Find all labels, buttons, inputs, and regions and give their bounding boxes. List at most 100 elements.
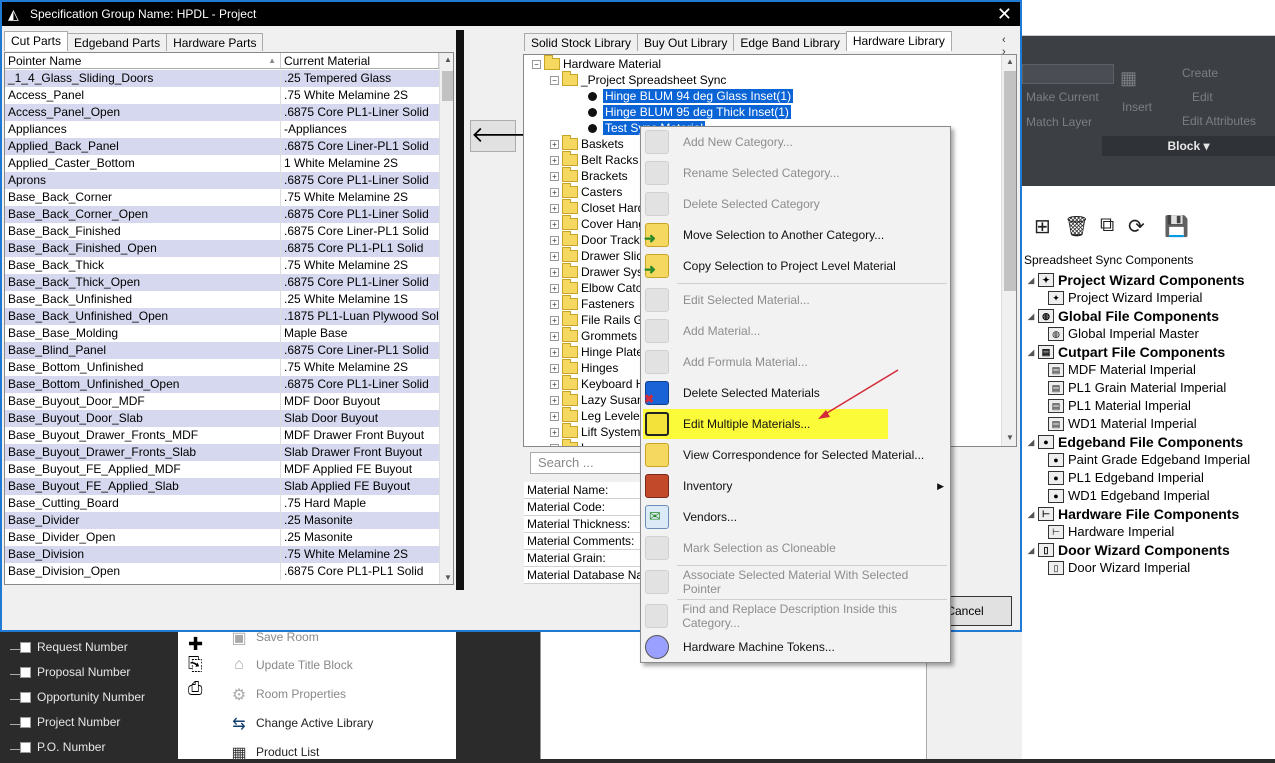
expand-icon[interactable]: + — [550, 155, 559, 165]
grid-scroll-thumb[interactable] — [442, 71, 453, 101]
table-row[interactable]: Base_Bottom_Unfinished .75 White Melamine… — [5, 359, 439, 376]
expand-icon[interactable]: + — [550, 411, 559, 421]
expand-icon[interactable]: + — [550, 379, 559, 389]
table-row[interactable]: Base_Back_Corner_Open .6875 Core PL1-Line… — [5, 206, 439, 223]
pointer-name-cell[interactable]: Base_Buyout_Drawer_Fronts_Slab — [5, 444, 281, 461]
item-project-wizard-imperial[interactable]: ✦ Project Wizard Imperial — [1048, 290, 1202, 305]
export-document-icon[interactable]: ⎘ — [188, 654, 202, 675]
group-global-file[interactable]: ◢ ◍ Global File Components — [1028, 308, 1219, 324]
checkbox-box[interactable] — [20, 641, 31, 653]
expand-arrow-icon[interactable]: ◢ — [1028, 348, 1038, 357]
tree-item-hinge-94[interactable]: Hinge BLUM 94 deg Glass Inset(1) — [588, 88, 794, 104]
table-row[interactable]: Base_Divider_Open .25 Masonite — [5, 529, 439, 546]
expand-icon[interactable]: + — [550, 331, 559, 341]
tree-scrollbar[interactable]: ▲ ▼ — [1001, 55, 1016, 446]
proposal-number-checkbox[interactable]: Proposal Number — [10, 665, 130, 679]
pointer-name-cell[interactable]: Base_Buyout_Door_MDF — [5, 393, 281, 410]
tree-category[interactable]: +L — [550, 439, 588, 446]
current-material-cell[interactable]: .6875 Core PL1-PL1 Solid — [281, 563, 439, 580]
item-paint-grade-edgeband[interactable]: ● Paint Grade Edgeband Imperial — [1048, 452, 1250, 467]
pointer-name-cell[interactable]: Base_Buyout_FE_Applied_Slab — [5, 478, 281, 495]
pointer-name-cell[interactable]: Base_Back_Thick_Open — [5, 274, 281, 291]
insert-label[interactable]: Insert — [1122, 100, 1152, 114]
tree-category[interactable]: + Door Track — [550, 231, 640, 248]
expand-icon[interactable]: + — [550, 347, 559, 357]
current-material-cell[interactable]: .6875 Core PL1-Liner Solid — [281, 104, 439, 121]
group-hardware-file[interactable]: ◢ ⊢ Hardware File Components — [1028, 506, 1239, 522]
table-row[interactable]: Base_Back_Finished_Open .6875 Core PL1-PL… — [5, 240, 439, 257]
current-material-cell[interactable]: Slab Applied FE Buyout — [281, 478, 439, 495]
menu-delete-category[interactable]: Delete Selected Category — [643, 191, 948, 217]
expand-icon[interactable]: + — [550, 395, 559, 405]
scroll-down-icon[interactable]: ▼ — [1002, 433, 1016, 442]
tree-category[interactable]: + Fasteners — [550, 295, 634, 312]
menu-mark-cloneable[interactable]: Mark Selection as Cloneable — [643, 535, 948, 561]
current-material-cell[interactable]: .25 Tempered Glass — [281, 70, 439, 87]
menu-copy-to-project[interactable]: ➜ Copy Selection to Project Level Materia… — [643, 253, 948, 279]
tree-category[interactable]: + Grommets — [550, 327, 637, 344]
tree-root[interactable]: − Hardware Material — [532, 55, 661, 72]
table-row[interactable]: Base_Divider .25 Masonite — [5, 512, 439, 529]
tree-category[interactable]: + Leg Leveler — [550, 407, 644, 424]
create-label[interactable]: Create — [1182, 66, 1218, 80]
current-material-cell[interactable]: MDF Drawer Front Buyout — [281, 427, 439, 444]
move-icon[interactable]: ⊞ — [1034, 214, 1051, 239]
pointer-name-cell[interactable]: Base_Blind_Panel — [5, 342, 281, 359]
menu-move-selection[interactable]: ➜ Move Selection to Another Category... — [643, 222, 948, 248]
checkbox-box[interactable] — [20, 666, 31, 678]
pointer-name-cell[interactable]: Applied_Caster_Bottom — [5, 155, 281, 172]
table-row[interactable]: Base_Buyout_Door_Slab Slab Door Buyout — [5, 410, 439, 427]
current-material-cell[interactable]: .6875 Core Liner-PL1 Solid — [281, 138, 439, 155]
tree-category[interactable]: + Belt Racks — [550, 151, 638, 168]
expand-icon[interactable]: + — [550, 283, 559, 293]
table-row[interactable]: Base_Back_Unfinished .25 White Melamine 1… — [5, 291, 439, 308]
tree-category[interactable]: + Drawer Syst — [550, 263, 646, 280]
table-row[interactable]: Base_Blind_Panel .6875 Core Liner-PL1 Sol… — [5, 342, 439, 359]
add-document-icon[interactable]: ✚ — [188, 634, 203, 655]
column-header-pointer-name[interactable]: Pointer Name ▲ — [5, 53, 281, 68]
tree-category[interactable]: + Closet Hard — [550, 199, 644, 216]
insert-block-icon[interactable]: ▦ — [1120, 68, 1137, 89]
current-material-cell[interactable]: .75 White Melamine 2S — [281, 189, 439, 206]
menu-edit-selected-material[interactable]: Edit Selected Material... — [643, 287, 948, 313]
tree-category[interactable]: + Elbow Catch — [550, 279, 648, 296]
expand-arrow-icon[interactable]: ◢ — [1028, 546, 1038, 555]
menu-inventory[interactable]: Inventory ▶ — [643, 473, 948, 499]
current-material-cell[interactable]: .6875 Core Liner-PL1 Solid — [281, 223, 439, 240]
print-icon[interactable]: ⎙ — [188, 678, 202, 699]
tab-buy-out-library[interactable]: Buy Out Library — [637, 33, 735, 51]
current-material-cell[interactable]: -Appliances — [281, 121, 439, 138]
checkbox-box[interactable] — [20, 691, 31, 703]
edit-attributes-label[interactable]: Edit Attributes — [1182, 114, 1256, 128]
current-material-cell[interactable]: .75 White Melamine 2S — [281, 257, 439, 274]
current-material-cell[interactable]: .75 White Melamine 2S — [281, 546, 439, 563]
edit-label[interactable]: Edit — [1192, 90, 1213, 104]
item-door-wizard-imperial[interactable]: ▯ Door Wizard Imperial — [1048, 560, 1190, 575]
menu-rename-category[interactable]: Rename Selected Category... — [643, 160, 948, 186]
current-material-cell[interactable]: .75 Hard Maple — [281, 495, 439, 512]
tree-category[interactable]: + Brackets — [550, 167, 628, 184]
pointer-name-cell[interactable]: Base_Back_Thick — [5, 257, 281, 274]
table-row[interactable]: Base_Division .75 White Melamine 2S — [5, 546, 439, 563]
current-material-cell[interactable]: Maple Base — [281, 325, 439, 342]
expand-arrow-icon[interactable]: ◢ — [1028, 438, 1038, 447]
pointer-name-cell[interactable]: Base_Buyout_Door_Slab — [5, 410, 281, 427]
menu-add-material[interactable]: Add Material... — [643, 318, 948, 344]
item-mdf-material[interactable]: ▤ MDF Material Imperial — [1048, 362, 1196, 377]
menu-add-new-category[interactable]: Add New Category... — [643, 129, 948, 155]
make-current-label[interactable]: Make Current — [1026, 90, 1099, 104]
current-material-cell[interactable]: .25 Masonite — [281, 512, 439, 529]
table-row[interactable]: Appliances -Appliances — [5, 121, 439, 138]
tree-item-hinge-95[interactable]: Hinge BLUM 95 deg Thick Inset(1) — [588, 104, 791, 120]
current-material-cell[interactable]: .75 White Melamine 2S — [281, 359, 439, 376]
project-number-checkbox[interactable]: Project Number — [10, 715, 120, 729]
item-pl1-edgeband[interactable]: ● PL1 Edgeband Imperial — [1048, 470, 1204, 485]
table-row[interactable]: Base_Buyout_Drawer_Fronts_MDF MDF Drawer … — [5, 427, 439, 444]
pointer-name-cell[interactable]: Applied_Back_Panel — [5, 138, 281, 155]
table-row[interactable]: Base_Back_Thick_Open .6875 Core PL1-Liner… — [5, 274, 439, 291]
pointer-name-cell[interactable]: Aprons — [5, 172, 281, 189]
pointer-name-cell[interactable]: Base_Bottom_Unfinished_Open — [5, 376, 281, 393]
collapse-icon[interactable]: − — [532, 59, 541, 69]
table-row[interactable]: Base_Buyout_FE_Applied_Slab Slab Applied … — [5, 478, 439, 495]
expand-icon[interactable]: + — [550, 203, 559, 213]
